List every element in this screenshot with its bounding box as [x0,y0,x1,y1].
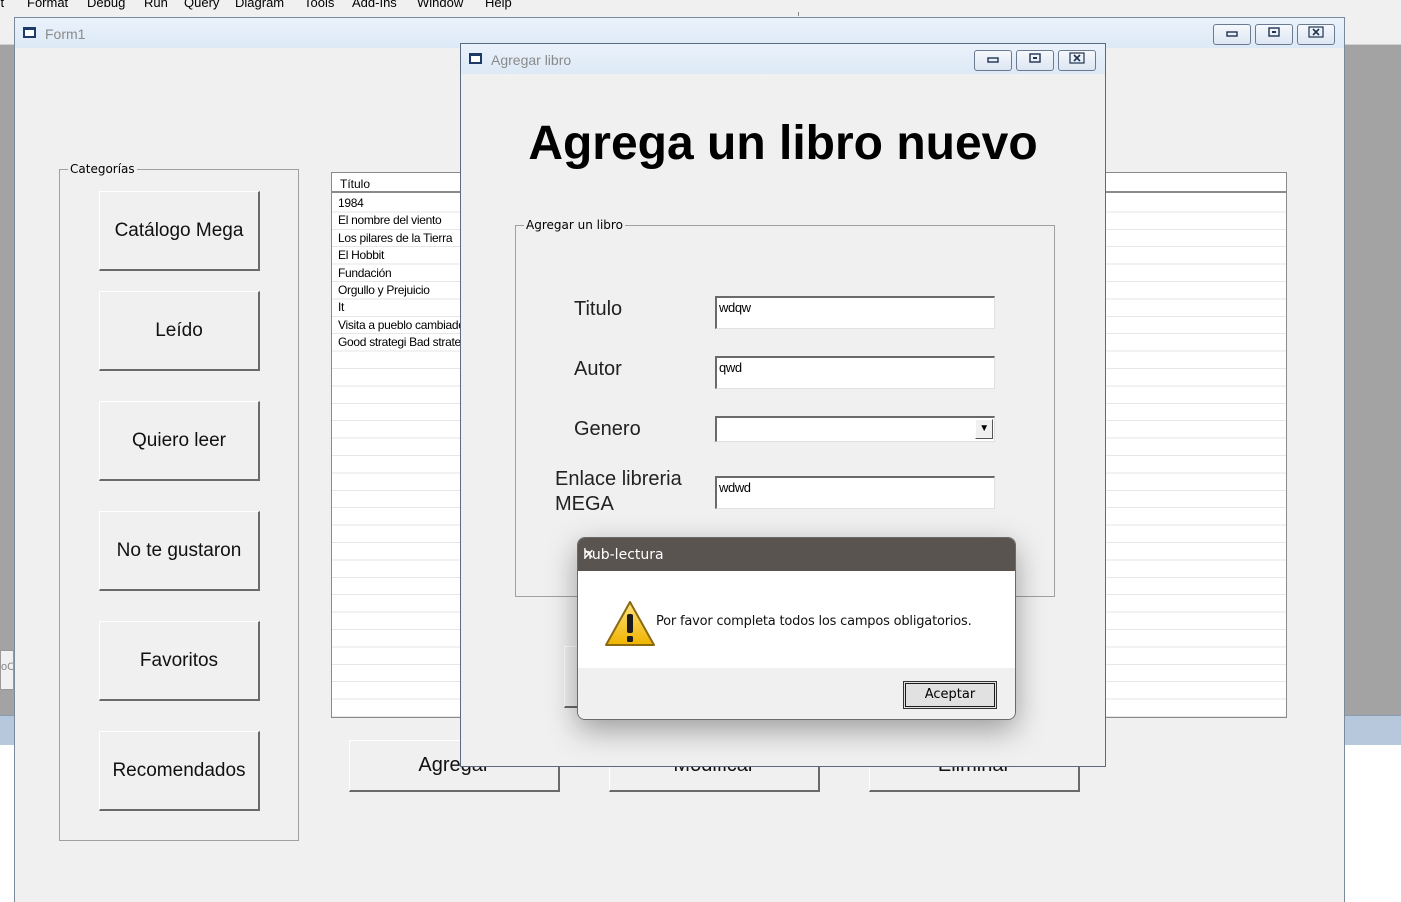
list-item[interactable]: It [338,299,470,316]
maximize-icon [1268,27,1280,37]
close-icon[interactable]: ✕ [583,547,1001,563]
maximize-button[interactable] [1016,50,1054,71]
minimize-button[interactable] [974,50,1012,71]
ide-menubar: ct Format Debug Run Query Diagram Tools … [0,0,1401,12]
category-recomendados-button[interactable]: Recomendados [99,731,260,811]
message-box: hub-lectura ✕ Por favor completa todos l… [577,537,1016,720]
category-quiero-leer-button[interactable]: Quiero leer [99,401,260,481]
autor-field[interactable]: qwd [715,356,995,389]
category-no-te-gustaron-button[interactable]: No te gustaron [99,511,260,591]
add-book-titlebar[interactable]: Agregar libro [461,44,1105,74]
titulo-label: Titulo [574,298,623,320]
message-box-footer: Aceptar [578,668,1015,719]
menu-run[interactable]: Run [144,0,168,10]
genero-label: Genero [574,418,641,440]
maximize-button[interactable] [1255,24,1293,45]
category-leido-button[interactable]: Leído [99,291,260,371]
form-icon [23,27,36,38]
add-book-title: Agregar libro [491,52,572,68]
column-titulo[interactable]: Título [340,177,370,191]
enlace-label-line2: MEGA [555,493,614,515]
books-list-rows: 1984 El nombre del viento Los pilares de… [338,195,470,352]
add-book-group-label: Agregar un libro [524,218,625,232]
list-item[interactable]: 1984 [338,195,470,212]
menu-diagram[interactable]: Diagram [235,0,284,10]
menu-tools[interactable]: Tools [304,0,334,10]
list-item[interactable]: El Hobbit [338,247,470,264]
menu-format[interactable]: Format [27,0,68,10]
list-item[interactable]: Fundación [338,265,470,282]
titulo-field[interactable]: wdqw [715,296,995,329]
enlace-label-line1: Enlace libreria [555,468,682,490]
menu-window[interactable]: Window [417,0,463,10]
ide-side-panel: oC [0,650,14,690]
menu-debug[interactable]: Debug [87,0,125,10]
close-button[interactable] [1058,50,1096,71]
list-item[interactable]: Los pilares de la Tierra [338,230,470,247]
menu-add-ins[interactable]: Add-Ins [352,0,397,10]
minimize-icon [1226,31,1238,37]
minimize-button[interactable] [1213,24,1251,45]
warning-icon [605,601,655,646]
menu-edit-fragment[interactable]: ct [0,0,4,10]
list-item[interactable]: Visita a pueblo cambiado [338,317,470,334]
maximize-icon [1029,53,1041,63]
message-text: Por favor completa todos los campos obli… [656,614,972,629]
ok-button[interactable]: Aceptar [903,681,997,709]
menu-help[interactable]: Help [485,0,512,10]
dialog-heading: Agrega un libro nuevo [528,117,1038,170]
close-button[interactable] [1297,24,1335,45]
autor-label: Autor [574,358,622,380]
close-icon [1069,52,1085,64]
form1-title: Form1 [45,26,86,42]
minimize-icon [987,57,999,63]
category-catalogo-mega-button[interactable]: Catálogo Mega [99,191,260,271]
form-icon [469,53,482,64]
menu-query[interactable]: Query [184,0,219,10]
category-favoritos-button[interactable]: Favoritos [99,621,260,701]
list-item[interactable]: Good strategi Bad strategi [338,334,470,351]
chevron-down-icon[interactable]: ▼ [975,419,993,439]
close-icon [1308,26,1324,38]
message-box-titlebar[interactable]: hub-lectura ✕ [578,538,1015,571]
genero-select[interactable]: ▼ [715,416,995,442]
categories-label: Categorías [68,162,137,176]
list-item[interactable]: El nombre del viento [338,212,470,229]
list-item[interactable]: Orgullo y Prejuicio [338,282,470,299]
enlace-field[interactable]: wdwd [715,476,995,509]
toolbar-separator [798,12,799,16]
